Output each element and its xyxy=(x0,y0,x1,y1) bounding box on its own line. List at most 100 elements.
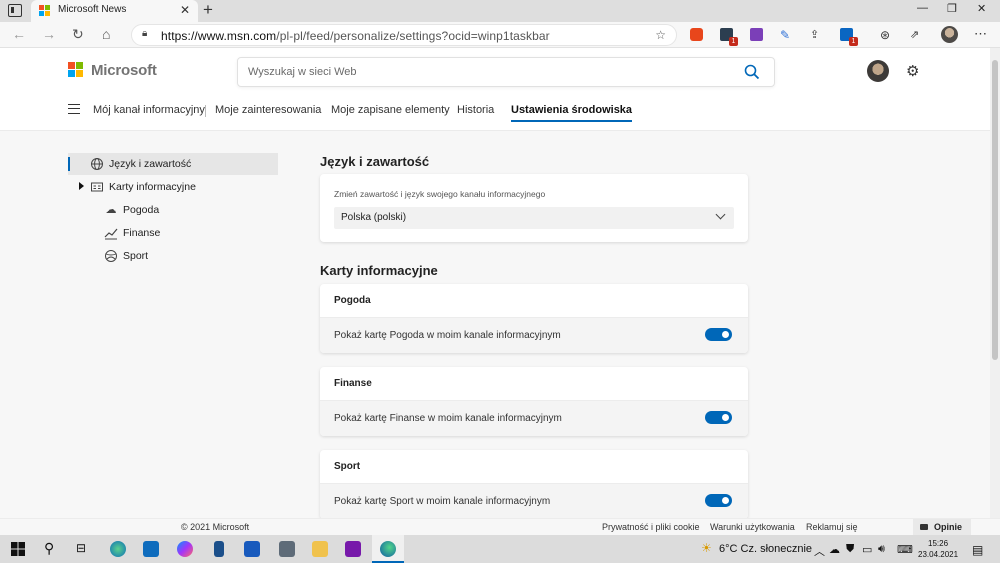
calculator-icon[interactable] xyxy=(279,541,295,557)
nav-history[interactable]: Historia xyxy=(457,104,494,116)
home-icon[interactable]: ⌂ xyxy=(102,26,110,42)
weather-card-toggle[interactable] xyxy=(705,328,732,341)
section-title-language: Język i zawartość xyxy=(320,154,430,169)
tab-close-icon[interactable]: ✕ xyxy=(180,3,190,17)
phone-icon[interactable] xyxy=(214,541,224,557)
settings-content: Język i zawartość Karty informacyjne ☁ P… xyxy=(0,130,990,519)
card-title: Pogoda xyxy=(334,295,371,306)
word-icon[interactable] xyxy=(244,541,260,557)
microsoft-favicon-icon xyxy=(39,5,51,17)
restore-button[interactable]: ❐ xyxy=(947,2,957,15)
sport-card-toggle[interactable] xyxy=(705,494,732,507)
expand-caret-icon[interactable] xyxy=(79,182,84,190)
card-toggle-label: Pokaż kartę Pogoda w moim kanale informa… xyxy=(334,330,561,341)
collections-icon[interactable]: ⊛ xyxy=(880,28,893,42)
hamburger-menu-icon[interactable] xyxy=(68,104,80,114)
microsoft-logo-icon[interactable] xyxy=(68,62,84,78)
onedrive-icon[interactable]: ☁ xyxy=(829,543,840,556)
window-close-button[interactable]: ✕ xyxy=(977,2,986,15)
privacy-link[interactable]: Prywatność i pliki cookie xyxy=(602,522,700,532)
sidebar-item-label: Pogoda xyxy=(123,204,160,216)
nav-experience-settings[interactable]: Ustawienia środowiska xyxy=(511,104,633,122)
search-input[interactable]: Wyszukaj w sieci Web xyxy=(237,57,775,87)
lock-icon: 🔒︎ xyxy=(142,28,148,39)
page-footer: © 2021 Microsoft Prywatność i pliki cook… xyxy=(0,518,1000,536)
feedback-button[interactable]: Opinie xyxy=(913,519,971,536)
minimize-button[interactable]: — xyxy=(917,2,928,14)
onenote-extension-icon[interactable] xyxy=(750,28,763,41)
section-title-cards: Karty informacyjne xyxy=(320,263,438,278)
volume-icon[interactable]: 🔊︎ xyxy=(878,543,885,556)
card-toggle-row: Pokaż kartę Finanse w moim kanale inform… xyxy=(320,400,748,436)
card-toggle-row: Pokaż kartę Pogoda w moim kanale informa… xyxy=(320,317,748,353)
msn-page: Microsoft Wyszukaj w sieci Web ⚙ Mój kan… xyxy=(0,48,990,519)
url-text: https://www.msn.com/pl-pl/feed/personali… xyxy=(161,29,550,43)
refresh-icon[interactable]: ↻ xyxy=(72,26,84,43)
advertise-link[interactable]: Reklamuj się xyxy=(806,522,858,532)
user-avatar[interactable] xyxy=(867,60,889,82)
weather-text[interactable]: 6°C Cz. słonecznie xyxy=(719,543,812,555)
search-taskbar-icon[interactable]: ⚲ xyxy=(44,540,54,557)
taskbar-active-app[interactable] xyxy=(372,535,404,563)
search-icon[interactable] xyxy=(744,64,760,80)
page-scrollbar[interactable] xyxy=(990,48,1000,518)
favorite-star-icon[interactable]: ☆ xyxy=(655,28,666,42)
card-toggle-row: Pokaż kartę Sport w moim kanale informac… xyxy=(320,483,748,519)
cards-icon xyxy=(91,182,103,192)
more-icon[interactable]: ⋯ xyxy=(974,26,987,42)
extension-icon[interactable]: 1 xyxy=(720,28,738,46)
brand-name[interactable]: Microsoft xyxy=(91,62,157,79)
task-view-icon[interactable]: ⊟ xyxy=(76,541,86,555)
clock[interactable]: 15:26 23.04.2021 xyxy=(918,538,958,560)
notifications-icon[interactable]: ▤ xyxy=(972,543,983,557)
card-toggle-label: Pokaż kartę Sport w moim kanale informac… xyxy=(334,496,551,507)
gear-icon[interactable]: ⚙ xyxy=(906,62,919,80)
tray-chevron-icon[interactable]: ︿ xyxy=(814,543,825,559)
search-placeholder: Wyszukaj w sieci Web xyxy=(248,66,357,78)
sidebar-item-language[interactable]: Język i zawartość xyxy=(68,153,278,175)
globe-icon xyxy=(91,158,103,170)
finance-card-toggle[interactable] xyxy=(705,411,732,424)
share-extension-icon[interactable]: ⇪ xyxy=(810,28,823,41)
sidebar-item-cards[interactable]: Karty informacyjne xyxy=(68,176,278,198)
card-sport: Sport Pokaż kartę Sport w moim kanale in… xyxy=(320,450,748,519)
address-bar[interactable]: 🔒︎ https://www.msn.com/pl-pl/feed/person… xyxy=(131,24,677,46)
linkedin-extension-icon[interactable]: 1 xyxy=(840,28,858,46)
messenger-icon[interactable] xyxy=(177,541,193,557)
language-card: Zmień zawartość i język swojego kanału i… xyxy=(320,174,748,242)
tab-microsoft-news[interactable]: Microsoft News ✕ xyxy=(31,0,198,22)
nav-interests[interactable]: Moje zainteresowania xyxy=(215,104,321,116)
language-select[interactable]: Polska (polski) xyxy=(334,207,734,229)
feedback-icon xyxy=(920,524,928,530)
office-extension-icon[interactable] xyxy=(690,28,703,41)
share-icon[interactable]: ⇗ xyxy=(910,28,923,41)
tab-actions-icon[interactable] xyxy=(8,4,22,17)
new-tab-button[interactable]: + xyxy=(203,0,213,20)
language-hint: Zmień zawartość i język swojego kanału i… xyxy=(334,189,546,199)
keyboard-icon[interactable]: ⌨ xyxy=(897,543,913,556)
edge-canary-icon[interactable] xyxy=(110,541,126,557)
sidebar-item-weather[interactable]: ☁ Pogoda xyxy=(68,199,278,221)
nav-saved[interactable]: Moje zapisane elementy xyxy=(331,104,450,116)
onenote-icon[interactable] xyxy=(345,541,361,557)
sidebar-item-finance[interactable]: Finanse xyxy=(68,222,278,244)
sidebar-item-label: Karty informacyjne xyxy=(109,181,196,193)
mail-icon[interactable] xyxy=(143,541,159,557)
scrollbar-thumb[interactable] xyxy=(992,60,998,360)
forward-icon[interactable]: → xyxy=(42,26,56,42)
nav-my-feed[interactable]: Mój kanał informacyjny xyxy=(93,104,205,116)
display-icon[interactable]: ▭ xyxy=(862,543,872,556)
back-icon[interactable]: ← xyxy=(12,26,26,42)
windows-start-icon[interactable] xyxy=(10,541,26,557)
sidebar-item-sport[interactable]: Sport xyxy=(68,245,278,267)
tab-strip: Microsoft News ✕ + — ❐ ✕ xyxy=(0,0,1000,22)
terms-link[interactable]: Warunki użytkowania xyxy=(710,522,795,532)
browser-profile-avatar[interactable] xyxy=(941,26,958,43)
tab-title: Microsoft News xyxy=(58,4,127,15)
chevron-down-icon xyxy=(715,209,726,220)
weather-tray-icon: ☀ xyxy=(701,541,712,555)
pen-extension-icon[interactable]: ✎ xyxy=(780,28,793,42)
file-explorer-icon[interactable] xyxy=(312,541,328,557)
card-weather: Pogoda Pokaż kartę Pogoda w moim kanale … xyxy=(320,284,748,353)
security-icon[interactable]: ⛊ xyxy=(846,543,854,556)
